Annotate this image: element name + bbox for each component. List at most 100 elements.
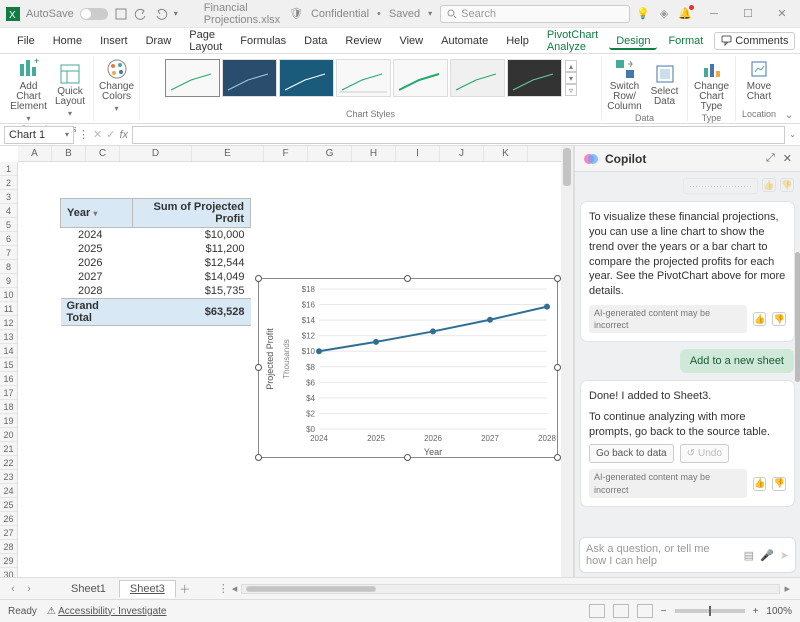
search-box[interactable]: Search [440, 5, 630, 23]
diamond-icon[interactable]: ◈ [660, 7, 668, 20]
title-bar: X AutoSave ▾ Financial Projections.xlsx … [0, 0, 800, 28]
switch-row-column-button[interactable]: Switch Row/ Column [606, 58, 644, 112]
pivot-row[interactable]: 2024$10,000 [61, 228, 251, 243]
like-button[interactable]: 👍 [753, 477, 767, 491]
like-button[interactable]: 👍 [762, 178, 776, 192]
menu-page-layout[interactable]: Page Layout [182, 26, 229, 56]
svg-text:2027: 2027 [481, 434, 499, 443]
pivot-table[interactable]: Year ▾ Sum of Projected Profit 2024$10,0… [60, 198, 251, 326]
undo-button[interactable]: ↺ Undo [680, 444, 729, 464]
chart-style-3[interactable] [279, 59, 334, 97]
close-button[interactable]: ✕ [770, 4, 794, 24]
fx-icon[interactable]: fx [119, 129, 128, 141]
redo-icon[interactable] [154, 7, 168, 21]
menu-view[interactable]: View [392, 32, 430, 50]
attach-icon[interactable]: ▤ [744, 549, 754, 562]
sheet-tab-sheet3[interactable]: Sheet3 [119, 580, 176, 598]
svg-text:Projected Profit: Projected Profit [265, 328, 275, 390]
chart-style-2[interactable] [222, 59, 277, 97]
zoom-in[interactable]: + [753, 606, 759, 617]
change-colors-button[interactable]: Change Colors▾ [98, 58, 136, 113]
cancel-icon[interactable]: ✕ [93, 128, 102, 141]
pivot-row[interactable]: 2028$15,735 [61, 284, 251, 299]
move-chart-button[interactable]: Move Chart [740, 58, 778, 102]
pivot-header-year[interactable]: Year ▾ [61, 199, 133, 228]
dislike-button[interactable]: 👎 [772, 312, 786, 326]
menu-review[interactable]: Review [338, 32, 388, 50]
ribbon-collapse[interactable]: ⌄ [782, 56, 796, 121]
menu-formulas[interactable]: Formulas [233, 32, 293, 50]
undo-icon[interactable] [134, 7, 148, 21]
chart-style-5[interactable] [393, 59, 448, 97]
styles-expand[interactable]: ▿ [565, 84, 577, 96]
formula-bar[interactable] [132, 126, 785, 144]
mic-icon[interactable]: 🎤 [760, 549, 774, 562]
send-icon[interactable]: ➤ [780, 549, 789, 562]
like-button[interactable]: 👍 [753, 312, 767, 326]
qatoolbar-dropdown[interactable]: ▾ [174, 9, 178, 18]
page-layout-view-button[interactable] [613, 604, 629, 618]
worksheet[interactable]: ABCDEFGHIJK 1234567891011121314151617181… [0, 146, 574, 577]
copilot-scrollbar[interactable] [795, 252, 800, 382]
horizontal-scrollbar[interactable]: ⋮ ◂ ▸ [214, 582, 794, 595]
formula-bar-expand[interactable]: ⌄ [789, 130, 796, 139]
pivot-row[interactable]: 2027$14,049 [61, 270, 251, 284]
styles-scroll-up[interactable]: ▴ [565, 60, 577, 72]
select-data-button[interactable]: Select Data [646, 63, 684, 107]
menu-data[interactable]: Data [297, 32, 334, 50]
pivot-row[interactable]: 2025$11,200 [61, 242, 251, 256]
pivot-chart[interactable]: $0$2$4$6$8$10$12$14$16$18202420252026202… [258, 278, 558, 458]
dislike-button[interactable]: 👎 [772, 477, 786, 491]
zoom-out[interactable]: − [661, 606, 667, 617]
chart-styles-gallery[interactable]: ▴ ▾ ▿ [164, 58, 577, 98]
menu-file[interactable]: File [10, 32, 42, 50]
menu-insert[interactable]: Insert [93, 32, 135, 50]
svg-text:$8: $8 [306, 363, 315, 372]
sheet-tab-sheet1[interactable]: Sheet1 [60, 580, 117, 597]
notification-icon[interactable]: 🔔 [678, 7, 692, 20]
menu-home[interactable]: Home [46, 32, 89, 50]
menu-pivotchart-analyze[interactable]: PivotChart Analyze [540, 26, 605, 56]
comments-button[interactable]: Comments [714, 32, 795, 50]
vertical-scrollbar[interactable] [561, 146, 573, 577]
copilot-expand-icon[interactable]: ⤢ [766, 152, 775, 165]
namebox-more[interactable]: ⋮ [78, 128, 89, 141]
chart-style-1[interactable] [165, 59, 220, 97]
maximize-button[interactable]: ☐ [736, 4, 760, 24]
go-back-to-data-button[interactable]: Go back to data [589, 444, 674, 464]
enter-icon[interactable]: ✓ [106, 128, 115, 141]
zoom-slider[interactable] [675, 609, 745, 613]
copilot-input[interactable]: Ask a question, or tell me how I can hel… [579, 537, 796, 573]
page-break-view-button[interactable] [637, 604, 653, 618]
tab-prev[interactable]: ‹ [6, 582, 20, 596]
styles-scroll-down[interactable]: ▾ [565, 72, 577, 84]
tab-next[interactable]: › [22, 582, 36, 596]
pivot-grand-total-row[interactable]: Grand Total $63,528 [61, 299, 251, 326]
lightbulb-icon[interactable]: 💡 [636, 7, 650, 20]
column-headers[interactable]: ABCDEFGHIJK [18, 146, 573, 162]
menu-draw[interactable]: Draw [139, 32, 179, 50]
pivot-row[interactable]: 2026$12,544 [61, 256, 251, 270]
autosave-toggle[interactable] [80, 8, 108, 20]
add-chart-element-button[interactable]: + Add Chart Element▾ [8, 58, 49, 123]
save-icon[interactable] [114, 7, 128, 21]
change-chart-type-button[interactable]: Change Chart Type [692, 58, 731, 112]
dislike-button[interactable]: 👎 [780, 178, 794, 192]
row-headers[interactable]: 1234567891011121314151617181920212223242… [0, 162, 18, 577]
normal-view-button[interactable] [589, 604, 605, 618]
minimize-button[interactable]: ─ [702, 4, 726, 24]
menu-automate[interactable]: Automate [434, 32, 495, 50]
quick-layout-button[interactable]: Quick Layout▾ [51, 63, 89, 118]
name-box[interactable]: Chart 1▾ [4, 126, 74, 144]
pivot-header-value[interactable]: Sum of Projected Profit [133, 199, 251, 228]
copilot-close-icon[interactable]: ✕ [783, 152, 792, 165]
chart-style-4[interactable] [336, 59, 391, 97]
menu-design[interactable]: Design [609, 32, 657, 50]
zoom-level[interactable]: 100% [766, 606, 792, 617]
menu-format[interactable]: Format [661, 32, 710, 50]
chart-style-7[interactable] [507, 59, 562, 97]
accessibility-status[interactable]: ⚠ Accessibility: Investigate [47, 606, 167, 617]
new-sheet-button[interactable]: ＋ [178, 582, 192, 596]
menu-help[interactable]: Help [499, 32, 536, 50]
chart-style-6[interactable] [450, 59, 505, 97]
